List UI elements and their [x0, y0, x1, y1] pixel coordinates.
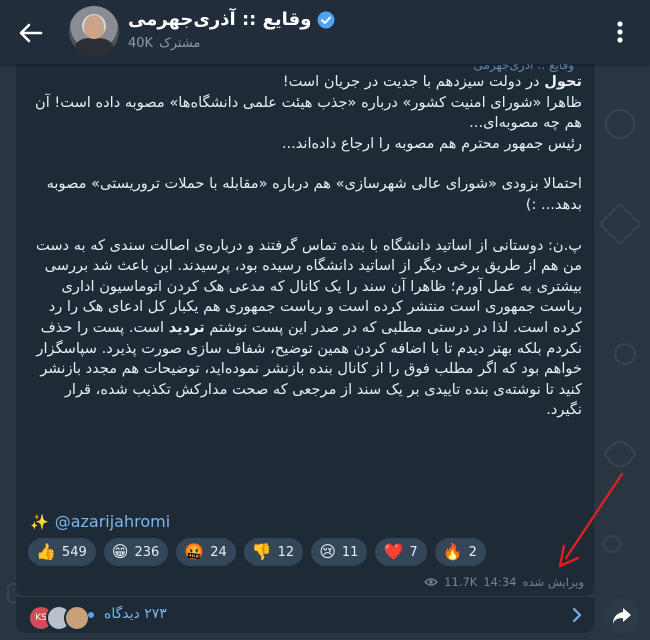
avatar	[64, 605, 90, 631]
commenter-avatars: KS	[28, 605, 90, 631]
reaction-count: 7	[409, 544, 418, 560]
thumbs-down-icon: 👎	[251, 542, 272, 561]
mention-link[interactable]: @azarijahromi	[55, 512, 170, 531]
grin-icon: 😁	[111, 542, 129, 561]
message-time: 14:34	[483, 575, 517, 589]
eye-icon	[424, 578, 439, 586]
reaction-count: 2	[468, 544, 477, 560]
thumbs-up-icon: 👍	[36, 542, 56, 561]
channel-avatar[interactable]	[69, 6, 119, 56]
sparkle-icon: ✨	[30, 512, 49, 531]
verified-badge-icon	[317, 11, 335, 28]
subscriber-label: مشترک	[159, 36, 201, 51]
reaction-fire[interactable]: 🔥 2	[434, 538, 486, 566]
chevron-right-icon	[573, 608, 582, 622]
reaction-count: 12	[277, 544, 295, 560]
reaction-count: 236	[134, 544, 160, 560]
crying-face-icon: 😢	[319, 542, 336, 561]
channel-title[interactable]: وقایع :: آذری‌جهرمی	[128, 9, 311, 30]
reaction-thumbs-up[interactable]: 👍 549	[28, 538, 96, 566]
swearing-face-icon: 🤬	[184, 542, 205, 561]
heart-icon: ❤️	[383, 542, 404, 561]
reaction-count: 24	[210, 544, 227, 560]
chat-header: وقایع :: آذری‌جهرمی 40K مشترک	[0, 0, 650, 64]
comments-bar[interactable]: KS ۲۷۳ دیدگاه	[16, 596, 594, 633]
reaction-swearing[interactable]: 🤬 24	[176, 538, 236, 566]
view-count: 11.7K	[444, 575, 478, 589]
reaction-grin[interactable]: 😁 236	[103, 538, 169, 566]
subscriber-count: 40K	[128, 36, 154, 51]
more-menu-icon[interactable]	[608, 16, 632, 48]
fire-icon: 🔥	[442, 542, 463, 561]
reaction-crying[interactable]: 😢 11	[311, 538, 368, 566]
back-arrow-icon[interactable]	[16, 18, 46, 48]
reaction-count: 11	[341, 544, 359, 560]
reaction-count: 549	[61, 544, 87, 560]
message-meta: 11.7K 14:34 ویرایش شده	[424, 575, 584, 589]
edited-label: ویرایش شده	[522, 575, 584, 589]
share-arrow-icon	[613, 608, 631, 624]
share-button[interactable]	[604, 598, 640, 634]
reaction-heart[interactable]: ❤️ 7	[375, 538, 427, 566]
unread-dot-icon	[88, 612, 94, 618]
bold-word: تحول	[544, 73, 582, 90]
comments-count[interactable]: ۲۷۳ دیدگاه	[104, 606, 167, 622]
message-bubble[interactable]: وقایع :: آذری‌جهرمی تحول در دولت سیزدهم …	[16, 56, 594, 596]
annotation-arrow-icon	[558, 472, 624, 568]
reactions-bar: 👍 549 😁 236 🤬 24 👎 12 😢 11 ❤️ 7 🔥 2	[28, 538, 486, 566]
reaction-thumbs-down[interactable]: 👎 12	[243, 538, 304, 566]
message-text: تحول در دولت سیزدهم با جدیت در جریان است…	[34, 73, 582, 419]
